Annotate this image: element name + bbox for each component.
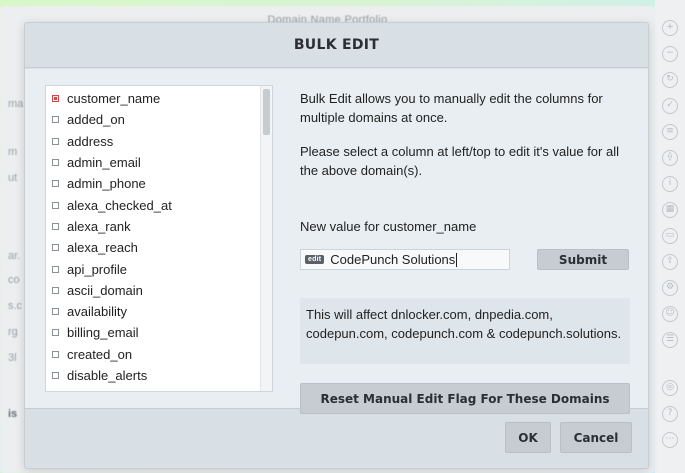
- background-fragment: ut: [8, 172, 18, 184]
- scrollbar-thumb[interactable]: [263, 89, 270, 135]
- checkbox[interactable]: [52, 95, 59, 103]
- checkbox[interactable]: [52, 350, 59, 358]
- column-label: added_on: [67, 112, 125, 128]
- check-circle-icon[interactable]: ✓: [662, 98, 678, 114]
- submit-button[interactable]: Submit: [537, 249, 629, 270]
- background-fragment: 3l: [8, 352, 17, 364]
- plus-circle-icon[interactable]: +: [662, 20, 678, 36]
- checkbox[interactable]: [52, 286, 59, 294]
- column-label: availability: [67, 304, 127, 320]
- checkbox[interactable]: [52, 116, 59, 124]
- column-label: customer_name: [67, 91, 161, 107]
- column-label: alexa_rank: [67, 218, 131, 234]
- background-fragment: co: [8, 274, 20, 286]
- new-value-text: CodePunch Solutions: [330, 252, 456, 267]
- dialog-title: BULK EDIT: [293, 37, 380, 53]
- column-label: admin_email: [67, 155, 141, 171]
- column-item-admin-email[interactable]: admin_email: [46, 152, 272, 173]
- column-item-availability[interactable]: availability: [46, 301, 272, 322]
- intro-text: Bulk Edit allows you to manually edit th…: [300, 91, 603, 125]
- column-label: disable_alerts: [67, 368, 148, 383]
- column-item-added-on[interactable]: added_on: [46, 109, 272, 130]
- column-item-admin-phone[interactable]: admin_phone: [46, 173, 272, 194]
- column-item-alexa-checked-at[interactable]: alexa_checked_at: [46, 194, 272, 215]
- column-list[interactable]: customer_name added_on address admin_ema…: [45, 85, 273, 392]
- share-icon[interactable]: ⇪: [662, 254, 678, 270]
- new-value-input[interactable]: edit CodePunch Solutions: [300, 249, 510, 270]
- background-fragment: rg: [8, 326, 18, 338]
- checkbox[interactable]: [52, 222, 59, 230]
- background-right-rail: + − ↻ ✓ ≡ ⟠ i ▦ ▭ ⇪ ⚙ ☺ ☰ ◎ ? ⋯: [655, 0, 685, 473]
- column-label: api_profile: [67, 261, 127, 277]
- dialog-header: BULK EDIT: [25, 23, 648, 68]
- refresh-icon[interactable]: ↻: [662, 72, 678, 88]
- affected-domains-box: This will affect dnlocker.com, dnpedia.c…: [300, 298, 630, 364]
- globe-icon[interactable]: ◎: [662, 380, 678, 396]
- ok-button[interactable]: OK: [505, 422, 551, 453]
- checkbox[interactable]: [52, 308, 59, 316]
- cancel-button[interactable]: Cancel: [560, 422, 632, 453]
- column-item-billing-email[interactable]: billing_email: [46, 322, 272, 343]
- calendar-icon[interactable]: ▦: [662, 202, 678, 218]
- background-fragment: is: [8, 408, 18, 420]
- column-label: admin_phone: [67, 176, 146, 192]
- column-item-api-profile[interactable]: api_profile: [46, 258, 272, 279]
- background-fragment: m: [8, 146, 18, 158]
- column-label: created_on: [67, 346, 133, 362]
- background-fragment: ma: [8, 98, 24, 110]
- background-fragment: s.c: [8, 300, 23, 312]
- checkbox[interactable]: [52, 180, 59, 188]
- column-item-alexa-reach[interactable]: alexa_reach: [46, 237, 272, 258]
- edit-icon: edit: [305, 255, 325, 264]
- user-icon[interactable]: ☺: [662, 306, 678, 322]
- column-label: alexa_checked_at: [67, 197, 172, 213]
- link-icon[interactable]: ⟠: [662, 150, 678, 166]
- dialog-body: customer_name added_on address admin_ema…: [25, 69, 648, 414]
- checkbox[interactable]: [52, 244, 59, 252]
- folder-icon[interactable]: ▭: [662, 228, 678, 244]
- column-label: ascii_domain: [67, 282, 143, 298]
- checkbox[interactable]: [52, 372, 59, 379]
- column-item-customer-name[interactable]: customer_name: [46, 88, 272, 109]
- list-icon[interactable]: ≡: [662, 124, 678, 140]
- minus-circle-icon[interactable]: −: [662, 46, 678, 62]
- checkbox[interactable]: [52, 265, 59, 273]
- column-label: alexa_reach: [67, 240, 138, 256]
- column-item-created-on[interactable]: created_on: [46, 344, 272, 365]
- column-item-address[interactable]: address: [46, 131, 272, 152]
- column-item-ascii-domain[interactable]: ascii_domain: [46, 280, 272, 301]
- help-icon[interactable]: ?: [662, 406, 678, 422]
- column-item-dns-type[interactable]: dns_type: [46, 386, 272, 391]
- column-list-scrollbar[interactable]: [260, 86, 272, 391]
- column-item-disable-alerts[interactable]: disable_alerts: [46, 365, 272, 386]
- column-label: address: [67, 133, 114, 149]
- checkbox[interactable]: [52, 137, 59, 145]
- column-label: dns_type: [67, 389, 120, 391]
- column-label: billing_email: [67, 325, 139, 341]
- checkbox[interactable]: [52, 201, 59, 209]
- dialog-footer: OK Cancel: [25, 408, 648, 468]
- more-icon[interactable]: ⋯: [662, 432, 678, 448]
- info-icon[interactable]: i: [662, 176, 678, 192]
- new-value-label: New value for customer_name: [300, 219, 477, 234]
- checkbox[interactable]: [52, 159, 59, 167]
- instruction-text: Please select a column at left/top to ed…: [300, 144, 619, 178]
- column-item-alexa-rank[interactable]: alexa_rank: [46, 216, 272, 237]
- text-caret: [456, 252, 458, 267]
- menu-icon[interactable]: ☰: [662, 332, 678, 348]
- bulk-edit-dialog: BULK EDIT customer_name added_on address…: [24, 22, 649, 469]
- background-fragment: ar.: [8, 250, 21, 262]
- checkbox[interactable]: [52, 329, 59, 337]
- settings-icon[interactable]: ⚙: [662, 280, 678, 296]
